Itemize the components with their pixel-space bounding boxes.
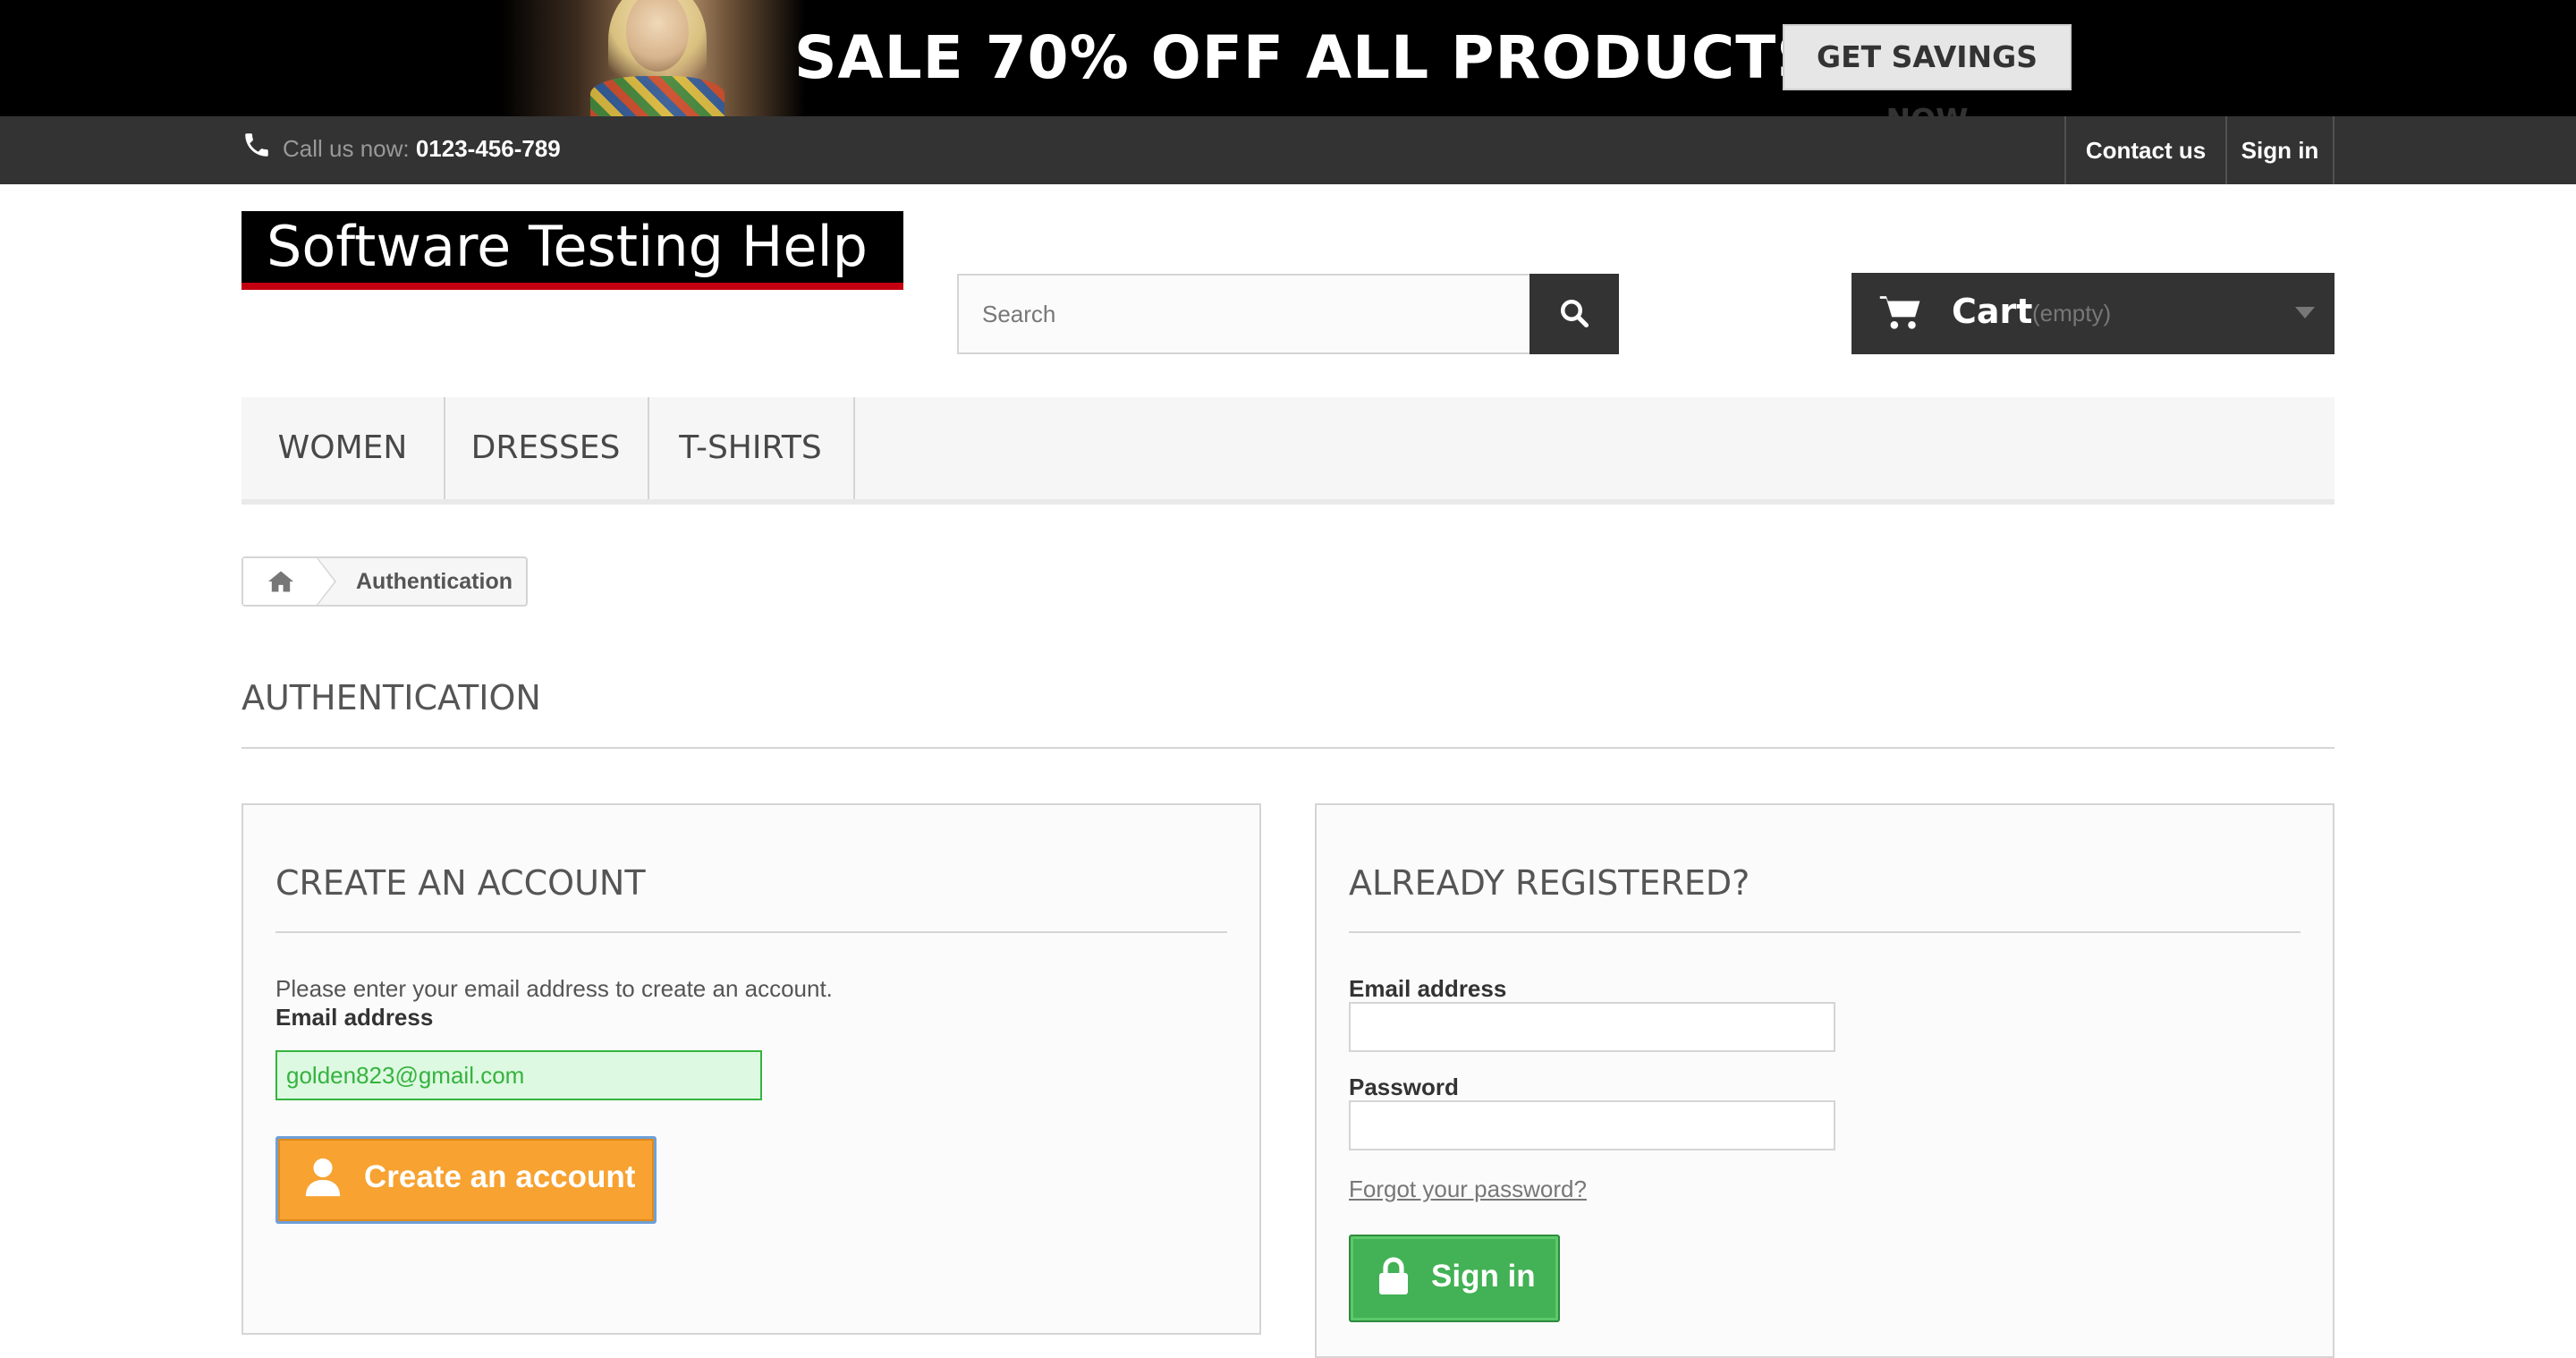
banner-model-image xyxy=(501,0,805,121)
create-account-instructions: Please enter your email address to creat… xyxy=(275,975,833,1002)
main-menu: WOMEN DRESSES T-SHIRTS xyxy=(242,397,2334,505)
create-account-button[interactable]: Create an account xyxy=(275,1136,657,1224)
user-icon xyxy=(305,1158,341,1197)
login-email-field[interactable] xyxy=(1349,1002,1835,1052)
phone-number: 0123-456-789 xyxy=(415,135,561,162)
login-email-label: Email address xyxy=(1349,975,1507,1002)
logo-text: Software Testing Help xyxy=(267,214,869,279)
cart-icon xyxy=(1879,296,1920,329)
lock-icon xyxy=(1379,1257,1408,1294)
password-field[interactable] xyxy=(1349,1100,1835,1150)
cart-label: Cart xyxy=(1952,292,2033,331)
call-us-label: Call us now: xyxy=(283,135,416,162)
cart-status: (empty) xyxy=(2032,300,2112,327)
create-email-label: Email address xyxy=(275,1004,434,1031)
search-icon xyxy=(1561,299,1589,327)
password-label: Password xyxy=(1349,1074,1459,1100)
get-savings-button[interactable]: GET SAVINGS NOW xyxy=(1783,24,2072,137)
search-button[interactable] xyxy=(1530,274,1619,354)
create-account-divider xyxy=(275,931,1227,933)
sign-in-button[interactable]: Sign in xyxy=(1349,1235,1560,1322)
login-title: ALREADY REGISTERED? xyxy=(1349,863,1750,903)
page-title-divider xyxy=(242,747,2334,749)
menu-item-women[interactable]: WOMEN xyxy=(242,397,445,499)
create-email-field[interactable] xyxy=(275,1050,762,1100)
sign-in-button-label: Sign in xyxy=(1431,1259,1536,1294)
cart-widget[interactable]: Cart (empty) xyxy=(1852,273,2334,354)
create-account-panel: CREATE AN ACCOUNT Please enter your emai… xyxy=(242,803,1261,1335)
breadcrumb-separator-fill xyxy=(317,558,335,605)
phone-icon xyxy=(245,133,268,157)
header-sign-in-link[interactable]: Sign in xyxy=(2225,116,2334,184)
menu-item-dresses[interactable]: DRESSES xyxy=(444,397,649,499)
create-account-title: CREATE AN ACCOUNT xyxy=(275,863,646,903)
contact-us-link[interactable]: Contact us xyxy=(2064,116,2225,184)
login-divider xyxy=(1349,931,2301,933)
forgot-password-link[interactable]: Forgot your password? xyxy=(1349,1174,1587,1204)
search-input[interactable] xyxy=(957,274,1531,354)
site-logo[interactable]: Software Testing Help xyxy=(242,211,903,290)
page-title: AUTHENTICATION xyxy=(242,678,541,717)
breadcrumb-current: Authentication xyxy=(356,569,513,594)
banner-headline: SALE 70% OFF ALL PRODUCTS xyxy=(794,23,1820,92)
chevron-down-icon[interactable] xyxy=(2295,307,2315,318)
breadcrumb-home-link[interactable] xyxy=(243,558,318,605)
create-account-button-label: Create an account xyxy=(364,1159,636,1194)
home-icon xyxy=(268,571,293,592)
menu-item-tshirts[interactable]: T-SHIRTS xyxy=(648,397,855,499)
breadcrumb: Authentication xyxy=(242,556,528,607)
login-panel: ALREADY REGISTERED? Email address Passwo… xyxy=(1315,803,2334,1358)
call-us-text: Call us now: 0123-456-789 xyxy=(283,134,561,163)
